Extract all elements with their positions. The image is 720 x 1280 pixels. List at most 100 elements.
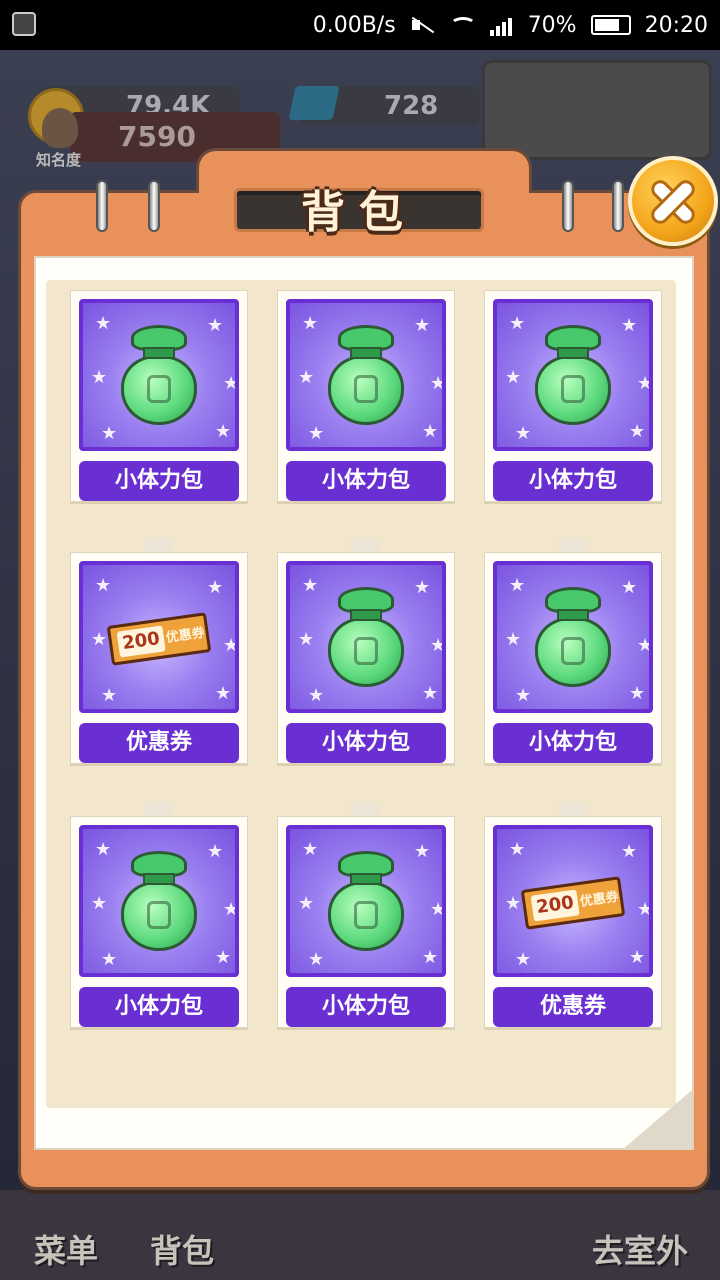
fame-label: 知名度 [36,151,82,169]
star-icon: ★ [621,841,638,862]
battery-icon [590,15,631,35]
binder-ring [612,180,624,232]
coupon-icon: 200 优惠券 [106,612,212,666]
inventory-item[interactable]: ★ ★ ★ ★ ★ ★ 小体力包 [277,552,455,764]
star-icon: ★ [91,893,108,914]
star-icon: ★ [308,685,325,706]
inventory-item[interactable]: ★ ★ ★ ★ ★ ★ 200 优惠券 优惠券 [70,552,248,764]
inventory-item[interactable]: ★ ★ ★ ★ ★ ★ 小体力包 [484,552,662,764]
star-icon: ★ [637,635,653,656]
star-icon: ★ [308,949,325,970]
star-icon: ★ [215,947,232,968]
inventory-item[interactable]: ★ ★ ★ ★ ★ ★ 小体力包 [484,290,662,502]
dialog-title: 背包 [301,187,417,238]
item-art: ★ ★ ★ ★ ★ ★ [493,299,653,451]
star-icon: ★ [223,373,239,394]
inventory-item[interactable]: ★ ★ ★ ★ ★ ★ 200 优惠券 优惠券 [484,816,662,1028]
star-icon: ★ [101,423,118,444]
avatar [42,108,78,148]
gem-icon [288,86,340,120]
star-icon: ★ [91,367,108,388]
energy-bag-icon [121,851,197,951]
battery-percent: 70% [527,12,577,38]
binder-ring [96,180,108,232]
signal-icon [489,14,514,36]
star-icon: ★ [430,635,446,656]
inventory-item[interactable]: ★ ★ ★ ★ ★ ★ 小体力包 [70,816,248,1028]
shield-icon [12,12,36,36]
star-icon: ★ [101,685,118,706]
star-icon: ★ [422,421,439,442]
item-label: 小体力包 [79,461,239,501]
star-icon: ★ [430,899,446,920]
star-icon: ★ [298,629,315,650]
item-label: 小体力包 [493,461,653,501]
star-icon: ★ [207,841,224,862]
item-art: ★ ★ ★ ★ ★ ★ [286,299,446,451]
go-outdoors-button[interactable]: 去室外 [592,1226,688,1272]
energy-bag-icon [535,587,611,687]
star-icon: ★ [515,685,532,706]
star-icon: ★ [302,313,319,334]
star-icon: ★ [223,635,239,656]
energy-bag-icon [535,325,611,425]
star-icon: ★ [95,839,112,860]
star-icon: ★ [414,577,431,598]
clock: 20:20 [644,12,708,38]
star-icon: ★ [207,577,224,598]
star-icon: ★ [95,313,112,334]
star-icon: ★ [509,575,526,596]
coupon-icon: 200 优惠券 [520,876,626,930]
star-icon: ★ [621,577,638,598]
bag-button[interactable]: 背包 [150,1226,214,1272]
item-label: 小体力包 [286,461,446,501]
energy-bag-icon [328,587,404,687]
star-icon: ★ [505,893,522,914]
star-icon: ★ [515,423,532,444]
coupon-text: 优惠券 [578,889,620,910]
star-icon: ★ [207,315,224,336]
star-icon: ★ [414,841,431,862]
item-label: 优惠券 [79,723,239,763]
inventory-item[interactable]: ★ ★ ★ ★ ★ ★ 小体力包 [70,290,248,502]
close-button[interactable] [628,156,718,246]
inventory-item[interactable]: ★ ★ ★ ★ ★ ★ 小体力包 [277,290,455,502]
fame-value: 7590 [118,120,196,153]
item-art: ★ ★ ★ ★ ★ ★ 200 优惠券 [493,825,653,977]
star-icon: ★ [637,899,653,920]
star-icon: ★ [509,313,526,334]
page-fold [622,1090,692,1150]
item-art: ★ ★ ★ ★ ★ ★ [79,299,239,451]
star-icon: ★ [637,373,653,394]
item-label: 小体力包 [286,987,446,1027]
star-icon: ★ [298,367,315,388]
star-icon: ★ [505,629,522,650]
star-icon: ★ [422,683,439,704]
star-icon: ★ [629,683,646,704]
gem-value: 728 [384,91,439,121]
star-icon: ★ [302,839,319,860]
star-icon: ★ [414,315,431,336]
star-icon: ★ [308,423,325,444]
item-art: ★ ★ ★ ★ ★ ★ 200 优惠券 [79,561,239,713]
star-icon: ★ [101,949,118,970]
coupon-text: 优惠券 [164,625,206,646]
star-icon: ★ [302,575,319,596]
top-right-panel [482,60,712,160]
item-art: ★ ★ ★ ★ ★ ★ [286,561,446,713]
star-icon: ★ [215,421,232,442]
item-label: 优惠券 [493,987,653,1027]
star-icon: ★ [430,373,446,394]
inventory-item[interactable]: ★ ★ ★ ★ ★ ★ 小体力包 [277,816,455,1028]
status-bar-right: 0.00B/s 70% 20:20 [313,0,708,50]
net-speed: 0.00B/s [312,12,396,38]
star-icon: ★ [215,683,232,704]
energy-bag-icon [121,325,197,425]
menu-button[interactable]: 菜单 [34,1226,98,1272]
energy-bag-icon [328,851,404,951]
coupon-value: 200 [530,889,580,922]
item-label: 小体力包 [79,987,239,1027]
coupon-value: 200 [116,625,166,658]
star-icon: ★ [629,947,646,968]
binder-ring [562,180,574,232]
